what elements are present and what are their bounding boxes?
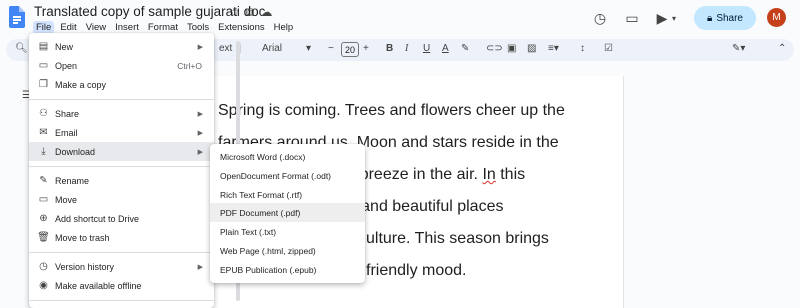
- file-menu-make-copy[interactable]: ❐ Make a copy: [29, 75, 214, 94]
- align-icon[interactable]: ≡▾: [548, 43, 559, 54]
- submenu-arrow-icon: ▶: [197, 129, 203, 137]
- title-icons: ☆ ⧉ ☁: [229, 5, 272, 20]
- bold-icon[interactable]: B: [386, 43, 393, 54]
- style-select[interactable]: ext: [219, 43, 232, 54]
- search-menus-icon[interactable]: 🔍︎: [15, 43, 28, 54]
- history-icon: ◷: [39, 261, 48, 272]
- text-color-icon[interactable]: A: [442, 43, 449, 54]
- highlight-icon[interactable]: ✎: [461, 43, 469, 54]
- download-html[interactable]: Web Page (.html, zipped): [210, 241, 365, 260]
- menu-extensions[interactable]: Extensions: [215, 21, 267, 34]
- menu-divider: [29, 166, 214, 167]
- file-menu-move[interactable]: ▭ Move: [29, 190, 214, 209]
- submenu-arrow-icon: ▶: [197, 110, 203, 118]
- file-menu-move-to-trash[interactable]: 🗑︎ Move to trash: [29, 228, 214, 247]
- file-menu-offline[interactable]: ◉ Make available offline: [29, 276, 214, 295]
- line-spacing-icon[interactable]: ↕: [580, 43, 585, 54]
- header: Translated copy of sample gujarati doc ☆…: [0, 0, 800, 36]
- font-select-chevron-icon[interactable]: ▾: [306, 43, 311, 54]
- copy-icon: ❐: [39, 79, 48, 90]
- file-menu-share[interactable]: ⚇ Share ▶: [29, 104, 214, 123]
- collapse-toolbar-icon[interactable]: ⌃: [778, 43, 786, 54]
- file-menu-open[interactable]: ▭ Open Ctrl+O: [29, 56, 214, 75]
- image-icon[interactable]: ▨: [527, 43, 536, 54]
- increase-font-size-button[interactable]: +: [363, 43, 369, 54]
- file-menu-add-shortcut[interactable]: ⊕ Add shortcut to Drive: [29, 209, 214, 228]
- trash-icon: 🗑︎: [37, 232, 50, 243]
- submenu-arrow-icon: ▶: [197, 148, 203, 156]
- menu-divider: [29, 99, 214, 100]
- italic-icon[interactable]: I: [405, 43, 408, 54]
- spelling-error[interactable]: In: [482, 166, 495, 183]
- shortcut-icon: ⊕: [39, 213, 48, 224]
- email-icon: ✉: [39, 127, 48, 138]
- file-menu: ▤ New ▶ ▭ Open Ctrl+O ❐ Make a copy ⚇ Sh…: [29, 33, 240, 308]
- download-txt[interactable]: Plain Text (.txt): [210, 222, 365, 241]
- folder-icon: ▭: [38, 60, 49, 71]
- file-menu-rename[interactable]: ✎ Rename: [29, 171, 214, 190]
- document-icon: ▤: [38, 41, 49, 52]
- star-icon[interactable]: ☆: [229, 5, 240, 20]
- link-icon[interactable]: ⊂⊃: [486, 43, 503, 54]
- file-menu-version-history[interactable]: ◷ Version history ▶: [29, 257, 214, 276]
- checklist-icon[interactable]: ☑: [604, 43, 613, 54]
- download-rtf[interactable]: Rich Text Format (.rtf): [210, 185, 365, 204]
- move-icon: ▭: [38, 194, 49, 205]
- doc-line: Spring is coming. Trees and flowers chee…: [218, 102, 565, 119]
- download-pdf[interactable]: PDF Document (.pdf): [210, 203, 365, 222]
- offline-icon: ◉: [39, 280, 48, 291]
- submenu-arrow-icon: ▶: [197, 43, 203, 51]
- underline-icon[interactable]: U: [423, 43, 430, 54]
- add-comment-icon[interactable]: ▣: [507, 43, 516, 54]
- decrease-font-size-button[interactable]: −: [328, 43, 334, 54]
- submenu-arrow-icon: ▶: [197, 263, 203, 271]
- file-menu-download[interactable]: ⤓ Download ▶: [29, 142, 214, 161]
- font-size-input[interactable]: 20: [341, 42, 359, 57]
- share-label: Share: [716, 12, 743, 24]
- meet-icon[interactable]: ▶ ▾: [652, 6, 676, 30]
- lock-icon: 🔒︎: [706, 12, 713, 24]
- menu-divider: [29, 300, 214, 301]
- download-submenu: Microsoft Word (.docx) OpenDocument Form…: [210, 144, 365, 283]
- download-icon: ⤓: [41, 146, 46, 157]
- download-docx[interactable]: Microsoft Word (.docx): [210, 147, 365, 166]
- download-epub[interactable]: EPUB Publication (.epub): [210, 260, 365, 279]
- avatar[interactable]: M: [767, 8, 786, 27]
- comments-icon[interactable]: ▭: [622, 6, 642, 30]
- editing-mode-icon[interactable]: ✎▾: [732, 43, 745, 54]
- download-odt[interactable]: OpenDocument Format (.odt): [210, 166, 365, 185]
- menu-help[interactable]: Help: [271, 21, 297, 34]
- rename-icon: ✎: [39, 175, 48, 186]
- font-select[interactable]: Arial: [262, 43, 282, 54]
- file-menu-email[interactable]: ✉ Email ▶: [29, 123, 214, 142]
- share-icon: ⚇: [39, 108, 48, 119]
- cloud-status-icon[interactable]: ☁: [260, 5, 272, 20]
- docs-logo-icon[interactable]: [9, 6, 25, 28]
- menu-divider: [29, 252, 214, 253]
- move-folder-icon[interactable]: ⧉: [246, 5, 255, 20]
- version-history-icon[interactable]: ◷: [590, 6, 610, 30]
- file-menu-new[interactable]: ▤ New ▶: [29, 37, 214, 56]
- share-button[interactable]: 🔒︎ Share: [694, 6, 756, 30]
